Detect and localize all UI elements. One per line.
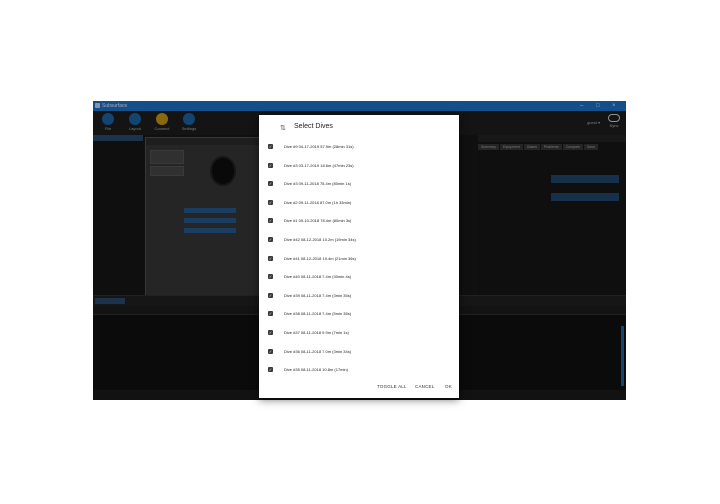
dialog-header: ⇅ Select Dives [259,115,459,139]
dive-label: Dive #3 03-17-2019 18.6m (47min 23s) [284,162,354,168]
dive-label: Dive #42 08-12-2018 10.2m (19min 34s) [284,237,356,242]
dive-item[interactable]: ✓ Dive #2 09-11-2018 87.0m (1h 33min) [259,196,459,214]
dive-item[interactable]: ✓ Dive #3 03-17-2019 18.6m (47min 23s) [259,159,459,177]
dive-item[interactable]: ✓ Dive #3 09-11-2018 75.4m (80min 1s) [259,177,459,195]
checkbox-checked-icon[interactable]: ✓ [268,292,273,298]
dive-label: Dive #1 09-10-2018 78.4m (80min 3s) [284,218,352,224]
dialog-actions: TOGGLE ALL CANCEL OK [259,380,459,394]
checkbox-checked-icon[interactable]: ✓ [268,367,273,373]
checkbox-checked-icon[interactable]: ✓ [268,274,273,280]
dive-label: Dive #36 08-11-2018 7.0m (3min 34s) [284,348,352,354]
checkbox-checked-icon[interactable]: ✓ [268,199,273,205]
dive-label: Dive #35 08-11-2018 10.8m (17min) [284,367,348,373]
dive-label: Dive #38 08-11-2018 7.4m (5min 35s) [284,311,352,317]
ok-button[interactable]: OK [445,384,452,389]
toggle-all-button[interactable]: TOGGLE ALL [377,384,407,389]
checkbox-checked-icon[interactable]: ✓ [268,181,273,187]
dive-item[interactable]: ✓ Dive #1 09-10-2018 78.4m (80min 3s) [259,214,459,232]
checkbox-checked-icon[interactable]: ✓ [268,255,273,261]
dive-label: Dive #39 08-11-2018 7.4m (3min 35s) [284,292,352,298]
dive-item[interactable]: ✓ Dive #36 08-11-2018 7.0m (3min 34s) [259,345,459,363]
checkbox-checked-icon[interactable]: ✓ [268,218,273,224]
checkbox-checked-icon[interactable]: ✓ [268,162,273,168]
dive-label: Dive #41 08-12-2018 19.4m (21min 36s) [284,255,356,261]
dive-label: Dive #2 09-11-2018 87.0m (1h 33min) [284,199,352,205]
checkbox-checked-icon[interactable]: ✓ [268,330,273,335]
dive-item[interactable]: ✓ Dive #37 08-11-2018 9.9m (7min 1s) [259,326,459,344]
dive-item[interactable]: ✓ Dive #41 08-12-2018 19.4m (21min 36s) [259,252,459,270]
dive-label: Dive #37 08-11-2018 9.9m (7min 1s) [284,330,349,335]
dive-item[interactable]: ✓ Dive #39 08-11-2018 7.4m (3min 35s) [259,289,459,307]
dive-item[interactable]: ✓ Dive #42 08-12-2018 10.2m (19min 34s) [259,233,459,251]
dive-label: Dive #9 04-17-2019 57.9m (28min 31s) [284,144,354,149]
dialog-title: Select Dives [294,123,333,130]
dive-label: Dive #3 09-11-2018 75.4m (80min 1s) [284,181,352,187]
select-dives-dialog: ⇅ Select Dives ✓ Dive #9 04-17-2019 57.9m… [259,115,459,398]
checkbox-checked-icon[interactable]: ✓ [268,144,273,149]
dive-item[interactable]: ✓ Dive #35 08-11-2018 10.8m (17min) [259,363,459,381]
dive-item[interactable]: ✓ Dive #9 04-17-2019 57.9m (28min 31s) [259,140,459,158]
dive-label: Dive #40 08-11-2018 7.4m (30min 4s) [284,274,352,280]
cancel-button[interactable]: CANCEL [415,384,434,389]
checkbox-checked-icon[interactable]: ✓ [268,311,273,317]
filter-icon: ⇅ [280,125,286,132]
checkbox-checked-icon[interactable]: ✓ [268,237,273,242]
checkbox-checked-icon[interactable]: ✓ [268,348,273,354]
dive-item[interactable]: ✓ Dive #40 08-11-2018 7.4m (30min 4s) [259,270,459,288]
dive-item[interactable]: ✓ Dive #38 08-11-2018 7.4m (5min 35s) [259,307,459,325]
